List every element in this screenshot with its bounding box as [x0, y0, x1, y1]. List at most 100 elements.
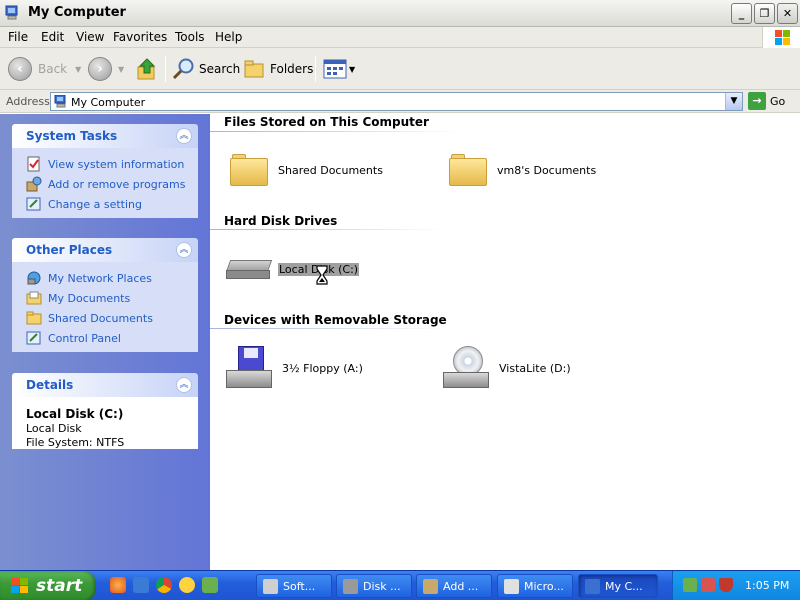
task-label: Micro...	[524, 579, 564, 593]
views-button[interactable]: ▼	[323, 53, 355, 85]
task-pane: System Tasks ︽ View system information A…	[0, 114, 210, 570]
chrome-icon[interactable]	[156, 577, 172, 593]
back-button[interactable]: ‹ Back ▼	[8, 53, 81, 85]
system-tasks-panel: System Tasks ︽ View system information A…	[12, 124, 198, 218]
menu-favorites[interactable]: Favorites	[113, 30, 167, 44]
toolbar-separator	[315, 56, 316, 82]
window-title: My Computer	[28, 5, 126, 20]
go-button[interactable]: → Go	[748, 92, 785, 110]
network-icon[interactable]	[202, 577, 218, 593]
forward-dropdown-icon[interactable]: ▼	[118, 65, 124, 74]
shield-icon[interactable]	[719, 578, 733, 592]
address-label: Address	[6, 95, 50, 108]
menu-file[interactable]: File	[8, 30, 28, 44]
messenger-icon[interactable]	[179, 577, 195, 593]
collapse-chevron-icon[interactable]: ︽	[176, 128, 192, 144]
shared-documents-item[interactable]: Shared Documents	[230, 154, 383, 186]
view-system-information-link[interactable]: View system information	[12, 154, 198, 174]
folder-icon	[26, 311, 42, 325]
local-disk-item[interactable]: Local Disk (C:)	[225, 257, 360, 281]
link-label: Shared Documents	[48, 311, 153, 325]
address-input[interactable]: My Computer ▼	[50, 92, 743, 111]
other-places-header[interactable]: Other Places ︽	[12, 238, 198, 262]
taskbar-button-disk[interactable]: Disk ...	[336, 574, 412, 598]
back-arrow-icon: ‹	[8, 57, 32, 81]
views-icon	[323, 59, 347, 79]
user-documents-item[interactable]: vm8's Documents	[449, 154, 596, 186]
link-label: Change a setting	[48, 197, 142, 211]
menu-view[interactable]: View	[76, 30, 104, 44]
address-dropdown-icon[interactable]: ▼	[725, 93, 742, 110]
search-button[interactable]: Search	[172, 53, 240, 85]
floppy-drive-item[interactable]: 3½ Floppy (A:)	[226, 346, 363, 390]
menu-tools[interactable]: Tools	[175, 30, 205, 44]
section-rule	[210, 328, 446, 329]
cd-drive-icon	[443, 346, 491, 390]
search-label: Search	[199, 62, 241, 76]
taskbar-button-software[interactable]: Soft...	[256, 574, 332, 598]
back-dropdown-icon[interactable]: ▼	[75, 65, 81, 74]
details-title: Details	[26, 378, 74, 392]
forward-button[interactable]: › ▼	[88, 53, 124, 85]
add-programs-icon	[423, 579, 438, 594]
system-tasks-header[interactable]: System Tasks ︽	[12, 124, 198, 148]
floppy-drive-icon	[226, 346, 274, 390]
link-label: My Network Places	[48, 271, 152, 285]
start-button[interactable]: start	[0, 571, 96, 600]
my-network-places-link[interactable]: My Network Places	[12, 268, 198, 288]
collapse-chevron-icon[interactable]: ︽	[176, 377, 192, 393]
system-tasks-title: System Tasks	[26, 129, 118, 143]
item-label: vm8's Documents	[497, 163, 597, 177]
my-computer-icon	[585, 579, 600, 594]
menu-bar: File Edit View Favorites Tools Help	[0, 27, 800, 48]
link-label: Add or remove programs	[48, 177, 186, 191]
control-panel-icon	[26, 331, 41, 345]
shared-documents-link[interactable]: Shared Documents	[12, 308, 198, 328]
network-tray-icon[interactable]	[683, 578, 697, 592]
task-label: Add ...	[443, 579, 479, 593]
forward-arrow-icon: ›	[88, 57, 112, 81]
my-documents-link[interactable]: My Documents	[12, 288, 198, 308]
back-label: Back	[38, 62, 68, 76]
maximize-button[interactable]: ❐	[754, 3, 775, 24]
taskbar-button-my-computer[interactable]: My C...	[578, 574, 658, 598]
windows-flag-icon	[10, 577, 30, 595]
cd-drive-item[interactable]: VistaLite (D:)	[443, 346, 571, 390]
clock[interactable]: 1:05 PM	[745, 579, 789, 592]
security-alert-icon[interactable]	[701, 578, 715, 592]
close-button[interactable]: ✕	[777, 3, 798, 24]
up-folder-icon	[137, 58, 156, 80]
my-computer-icon	[5, 5, 18, 20]
folders-button[interactable]: Folders	[243, 53, 313, 85]
menu-help[interactable]: Help	[215, 30, 242, 44]
taskbar-button-microsoft[interactable]: Micro...	[497, 574, 573, 598]
address-value: My Computer	[71, 96, 146, 109]
link-label: My Documents	[48, 291, 131, 305]
folder-icon	[230, 154, 268, 186]
details-header[interactable]: Details ︽	[12, 373, 198, 397]
collapse-chevron-icon[interactable]: ︽	[176, 242, 192, 258]
menu-edit[interactable]: Edit	[41, 30, 64, 44]
item-label: VistaLite (D:)	[499, 361, 571, 375]
up-folder-button[interactable]	[136, 53, 158, 85]
section-rule	[210, 131, 460, 132]
other-places-title: Other Places	[26, 243, 113, 257]
hdd-section-heading: Hard Disk Drives	[224, 214, 338, 228]
title-bar[interactable]: My Computer _ ❐ ✕	[0, 0, 800, 27]
network-places-icon	[27, 271, 41, 285]
views-dropdown-icon[interactable]: ▼	[349, 65, 355, 74]
taskbar-button-add[interactable]: Add ...	[416, 574, 492, 598]
control-panel-link[interactable]: Control Panel	[12, 328, 198, 348]
firefox-icon[interactable]	[110, 577, 126, 593]
minimize-button[interactable]: _	[731, 3, 752, 24]
search-icon	[172, 58, 194, 80]
files-section-heading: Files Stored on This Computer	[224, 115, 429, 129]
control-panel-icon	[26, 197, 41, 211]
change-a-setting-link[interactable]: Change a setting	[12, 194, 198, 214]
details-filesystem: File System: NTFS	[26, 436, 125, 449]
add-remove-programs-link[interactable]: Add or remove programs	[12, 174, 198, 194]
internet-explorer-icon[interactable]	[133, 577, 149, 593]
other-places-panel: Other Places ︽ My Network Places My Docu…	[12, 238, 198, 352]
my-computer-icon	[54, 95, 66, 108]
task-label: Disk ...	[363, 579, 401, 593]
